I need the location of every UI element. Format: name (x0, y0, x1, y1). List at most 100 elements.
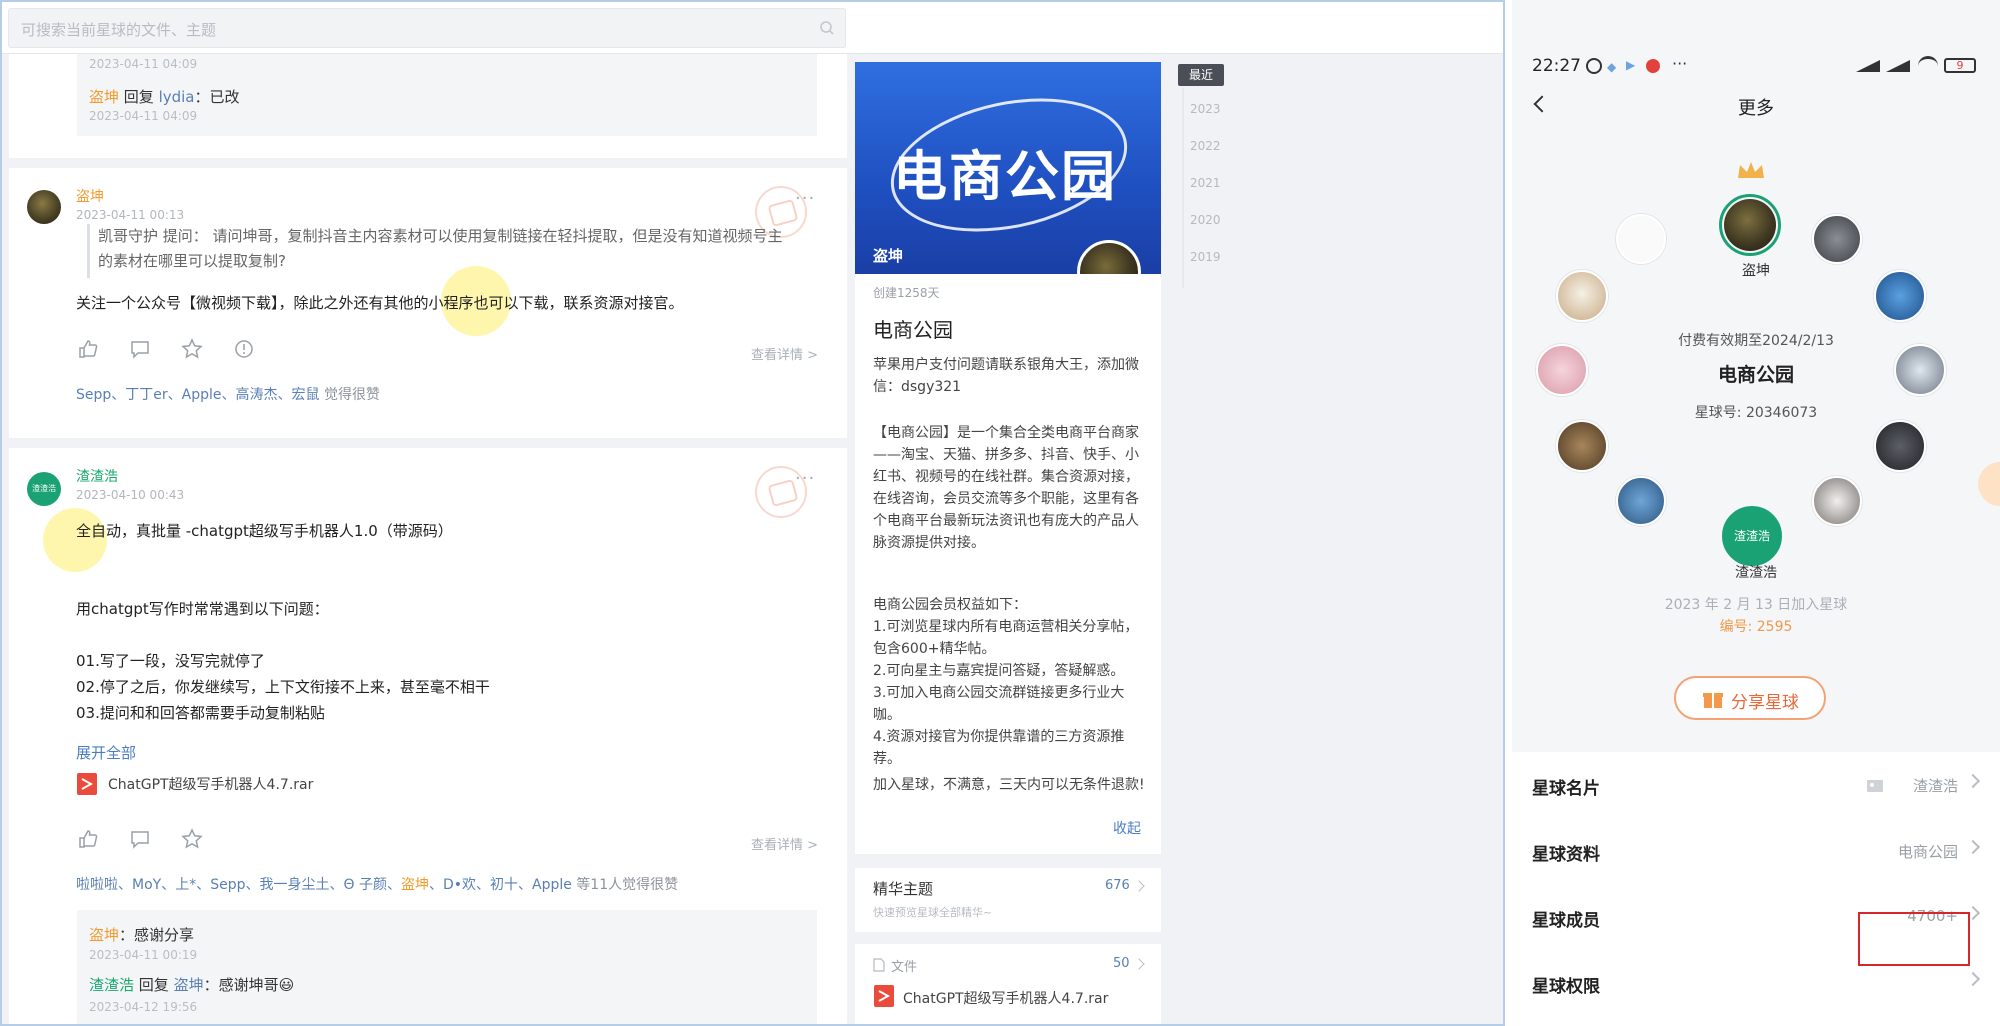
attachment-name: ChatGPT超级写手机器人4.7.rar (108, 777, 314, 793)
comment-author[interactable]: 渣渣浩 (89, 976, 134, 994)
topic-card: 盗坤 2023-04-11 00:13 ··· 凯哥守护 提问： 请问坤哥，复制… (9, 168, 847, 438)
file-icon (873, 958, 885, 972)
year-recent[interactable]: 最近 (1178, 64, 1224, 86)
member-avatar[interactable] (1556, 270, 1608, 322)
files-section[interactable]: 文件 50 ChatGPT超级写手机器人4.7.rar (855, 944, 1161, 1024)
reply-target[interactable]: lydia (159, 88, 195, 106)
post-author[interactable]: 盗坤 (76, 186, 104, 206)
post-text: 关注一个公众号【微视频下载】，除此之外还有其他的小程序也可以下载，联系资源对接官… (76, 294, 684, 312)
search-icon[interactable] (819, 20, 835, 36)
my-avatar-text: 渣渣浩 (1733, 529, 1770, 543)
year-item[interactable]: 2021 (1190, 176, 1221, 190)
floating-button[interactable] (1978, 462, 2000, 506)
liker[interactable]: Apple (182, 387, 222, 403)
comment-time: 2023-04-11 00:19 (89, 948, 198, 962)
member-avatar[interactable] (1874, 420, 1926, 472)
owner-avatar[interactable] (1724, 199, 1776, 251)
member-avatar[interactable] (1874, 270, 1926, 322)
comment-text: ：感谢分享 (119, 926, 195, 944)
likers[interactable]: 啦啦啦、MoY、上*、Sepp、我一身尘土、Θ 子颜、 (76, 877, 401, 893)
member-avatar[interactable] (1812, 476, 1862, 526)
view-details-link[interactable]: 查看详情 > (751, 344, 818, 363)
attachment-file[interactable]: ChatGPT超级写手机器人4.7.rar (76, 772, 313, 796)
join-date: 2023 年 2 月 13 日加入星球 (1664, 597, 1848, 613)
gift-icon (1703, 693, 1723, 708)
view-details-link[interactable]: 查看详情 > (751, 834, 818, 853)
comment-icon[interactable] (129, 338, 153, 362)
search-bar: 可搜索当前星球的文件、主题 (2, 2, 1503, 54)
row-label: 星球名片 (1532, 779, 1600, 799)
planet-card-area: 22:27 ◆ ▶ ··· 9 更多 盗坤 付费有效期至2024/2/13 电商… (1512, 0, 2000, 772)
member-avatar[interactable] (1812, 214, 1862, 264)
member-number: 编号: 2595 (1719, 619, 1793, 635)
digest-subtitle: 快速预览星球全部精华~ (873, 906, 993, 919)
row-planet-info[interactable]: 星球资料 电商公园 (1512, 818, 2000, 884)
comment-box: 盗坤：感谢分享 2023-04-11 00:19 渣渣浩 回复 盗坤：感谢坤哥😃… (77, 910, 817, 1024)
year-item[interactable]: 2020 (1190, 213, 1221, 227)
reply-target[interactable]: 盗坤 (174, 976, 204, 994)
planet-number: 星球号: 20346073 (1694, 405, 1818, 421)
more-icon[interactable]: ··· (795, 188, 815, 209)
post-line (76, 622, 490, 648)
files-count: 50 (1113, 956, 1130, 971)
comment: 盗坤：感谢分享 (89, 924, 194, 945)
member-avatar[interactable] (1556, 420, 1608, 472)
report-icon[interactable] (233, 338, 257, 362)
file-rar-icon (77, 773, 97, 795)
signal-icon (1856, 58, 1880, 72)
created-days: 创建1258天 (873, 286, 940, 300)
digest-section[interactable]: 精华主题 快速预览星球全部精华~ 676 (855, 868, 1161, 932)
like-icon[interactable] (77, 828, 101, 852)
topic-card: 渣渣浩 渣渣浩 2023-04-10 00:43 ··· 全自动，真批量 -ch… (9, 448, 847, 1024)
notification-icon (1646, 59, 1660, 73)
liker[interactable]: Sepp (76, 387, 111, 403)
my-avatar[interactable]: 渣渣浩 (1722, 506, 1782, 566)
desc-paragraph: 【电商公园】是一个集合全类电商平台商家——淘宝、天猫、拼多多、抖音、快手、小红书… (873, 425, 1139, 551)
row-label: 星球权限 (1532, 977, 1600, 997)
share-planet-button[interactable]: 分享星球 (1674, 676, 1826, 720)
comment-text: ：感谢坤哥😃 (203, 976, 295, 994)
year-item[interactable]: 2022 (1190, 139, 1221, 153)
liker-owner[interactable]: 盗坤 (401, 877, 429, 893)
liker[interactable]: 宏鼠 (292, 387, 320, 403)
comment-time: 2023-04-12 19:56 (89, 1000, 198, 1014)
member-avatar[interactable] (1616, 214, 1666, 264)
post-line: 02.停了之后，你发继续写，上下文衔接不上来，甚至毫不相干 (76, 678, 490, 696)
post-author[interactable]: 渣渣浩 (76, 466, 118, 486)
post-line (76, 570, 490, 596)
year-item[interactable]: 2019 (1190, 250, 1221, 264)
post-line: 全自动，真批量 -chatgpt超级写手机器人1.0（带源码） (76, 522, 453, 540)
notification-icon: ◆ (1607, 60, 1617, 74)
more-icon[interactable]: ··· (795, 468, 815, 489)
comment-author[interactable]: 盗坤 (89, 88, 119, 106)
like-icon[interactable] (77, 338, 101, 362)
planet-name: 电商公园 (1717, 364, 1794, 386)
battery-icon: 9 (1944, 58, 1976, 73)
author-avatar[interactable]: 渣渣浩 (27, 472, 61, 506)
banner-title: 电商公园 (893, 145, 1117, 208)
comment-author[interactable]: 盗坤 (89, 926, 119, 944)
collapse-link[interactable]: 收起 (1113, 818, 1141, 838)
more-notifications-icon: ··· (1672, 54, 1688, 73)
comment-icon[interactable] (129, 828, 153, 852)
star-icon[interactable] (181, 828, 205, 852)
row-planet-card[interactable]: 星球名片 渣渣浩 (1512, 752, 2000, 818)
liker[interactable]: 丁丁er (125, 387, 167, 403)
file-name[interactable]: ChatGPT超级写手机器人4.7.rar (903, 988, 1108, 1008)
group-info-panel: 电商公园 盗坤 创建1258天 电商公园 苹果用户支付问题请联系银角大王，添加微… (855, 62, 1161, 1024)
star-icon[interactable] (181, 338, 205, 362)
file-rar-icon (874, 985, 894, 1007)
year-item[interactable]: 2023 (1190, 102, 1221, 116)
expand-all-link[interactable]: 展开全部 (76, 742, 136, 763)
liker[interactable]: 高涛杰 (236, 387, 278, 403)
mobile-screen: 22:27 ◆ ▶ ··· 9 更多 盗坤 付费有效期至2024/2/13 电商… (1512, 0, 2000, 1026)
topic-feed: 2023-04-11 04:09 盗坤 回复 lydia：已改 2023-04-… (9, 54, 847, 1024)
web-window: 可搜索当前星球的文件、主题 2023-04-11 04:09 盗坤 回复 lyd… (0, 0, 1505, 1026)
member-avatar[interactable] (1616, 476, 1666, 526)
search-input[interactable]: 可搜索当前星球的文件、主题 (8, 8, 846, 48)
post-line: 用chatgpt写作时常常遇到以下问题： (76, 600, 329, 618)
author-avatar[interactable] (27, 190, 61, 224)
signal-icon (1886, 58, 1910, 72)
files-label: 文件 (891, 960, 918, 975)
likers[interactable]: 、D•欢、初十、Apple (429, 877, 572, 893)
